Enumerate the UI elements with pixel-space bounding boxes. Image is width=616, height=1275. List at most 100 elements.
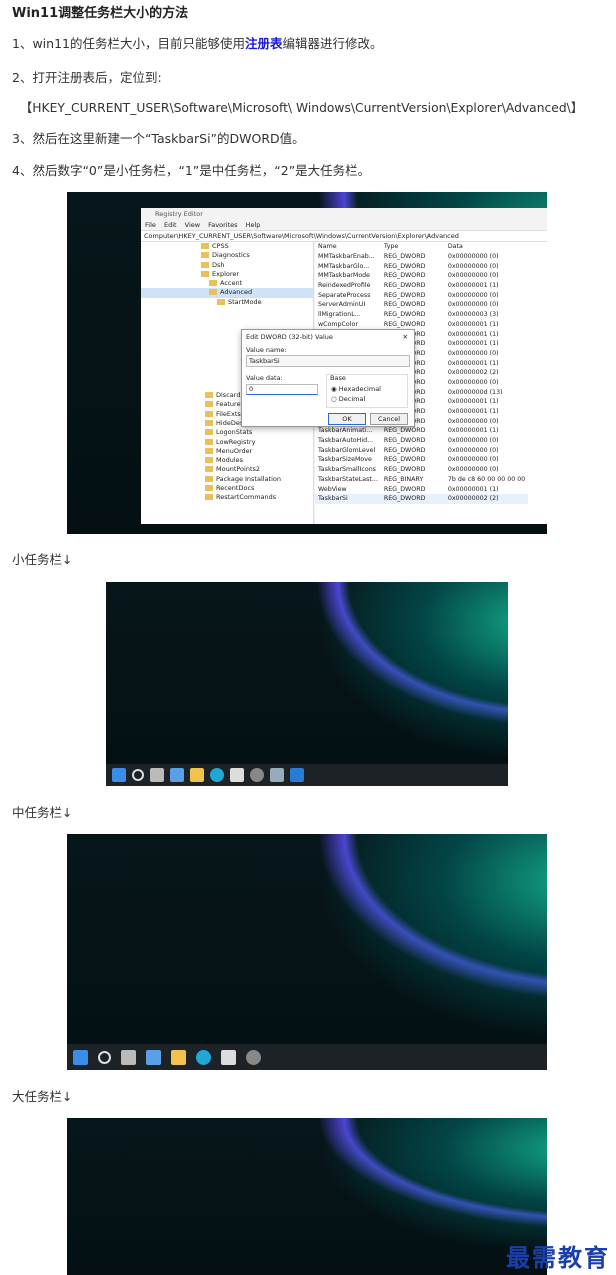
value-type-cell: REG_DWORD: [383, 282, 426, 290]
folder-icon: [205, 457, 213, 464]
column-data[interactable]: Data: [445, 242, 528, 252]
registry-value-row[interactable]: MMTaskbarMode REG_DWORD 0x00000000 (0): [315, 271, 528, 281]
store-icon[interactable]: [230, 768, 244, 782]
value-type-cell: REG_DWORD: [383, 301, 426, 309]
radio-selected-icon: ◉: [331, 385, 337, 393]
registry-value-row[interactable]: TaskbarAutoHid... REG_DWORD 0x00000000 (0): [315, 436, 528, 446]
photos-icon[interactable]: [270, 768, 284, 782]
tree-item[interactable]: LogonStats: [141, 428, 313, 437]
tree-item-selected[interactable]: Advanced: [141, 288, 313, 298]
menu-edit[interactable]: Edit: [164, 221, 177, 229]
registry-value-row[interactable]: TaskbarGlomLevel REG_DWORD 0x00000000 (0): [315, 445, 528, 455]
value-data-cell: 0x00000001 (1): [447, 320, 499, 328]
search-icon[interactable]: [132, 769, 144, 781]
settings-icon[interactable]: [250, 768, 264, 782]
edge-icon[interactable]: [210, 768, 224, 782]
registry-link[interactable]: 注册表: [245, 36, 283, 51]
address-bar[interactable]: Computer\HKEY_CURRENT_USER\Software\Micr…: [141, 230, 547, 242]
caption-medium-taskbar: 中任务栏↓: [12, 805, 73, 820]
value-type-cell: REG_DWORD: [383, 291, 426, 299]
registry-value-row[interactable]: MMTaskbarGlo... REG_DWORD 0x00000000 (0): [315, 261, 528, 271]
start-icon[interactable]: [112, 768, 126, 782]
registry-value-row[interactable]: SeparateProcess REG_DWORD 0x00000000 (0): [315, 290, 528, 300]
registry-value-row[interactable]: WebView REG_DWORD 0x00000001 (1): [315, 484, 528, 494]
value-type-cell: REG_DWORD: [383, 456, 426, 464]
value-type-cell: REG_DWORD: [383, 272, 426, 280]
value-data-cell: 0x00000001 (1): [447, 427, 499, 435]
column-name[interactable]: Name: [315, 242, 381, 252]
tree-item[interactable]: Modules: [141, 456, 313, 465]
step-2: 2、打开注册表后，定位到:: [12, 70, 162, 85]
close-icon[interactable]: ✕: [403, 333, 408, 341]
tree-item[interactable]: RecentDocs: [141, 484, 313, 493]
tree-item[interactable]: MenuOrder: [141, 447, 313, 456]
edge-icon[interactable]: [196, 1049, 211, 1065]
value-type-cell: REG_DWORD: [383, 427, 426, 435]
dec-radio[interactable]: ○ Decimal: [331, 395, 365, 403]
tree-item[interactable]: LowRegistry: [141, 438, 313, 447]
value-type-cell: REG_DWORD: [383, 262, 426, 270]
folder-icon: [205, 419, 213, 426]
registry-editor-window: Registry Editor File Edit View Favorites…: [141, 208, 547, 524]
ok-button[interactable]: OK: [328, 413, 366, 425]
registry-value-row[interactable]: MMTaskbarEnab... REG_DWORD 0x00000000 (0): [315, 252, 528, 262]
tree-item[interactable]: Dsh: [141, 261, 313, 270]
watermark-logo: 最需教育: [506, 1243, 610, 1272]
tree-item[interactable]: Explorer: [141, 270, 313, 279]
value-name-field[interactable]: TaskbarSi: [246, 355, 410, 367]
column-type[interactable]: Type: [381, 242, 445, 252]
menu-help[interactable]: Help: [246, 221, 261, 229]
registry-value-row[interactable]: ServerAdminUI REG_DWORD 0x00000000 (0): [315, 300, 528, 310]
file-explorer-icon[interactable]: [171, 1049, 186, 1065]
registry-value-row[interactable]: TaskbarAnimati... REG_DWORD 0x00000001 (1): [315, 426, 528, 436]
menu-file[interactable]: File: [145, 221, 156, 229]
caption-large-taskbar: 大任务栏↓: [12, 1089, 73, 1104]
value-name-cell: TaskbarSizeMove: [318, 456, 372, 464]
cancel-button[interactable]: Cancel: [370, 413, 408, 425]
tree-item[interactable]: Package Installation: [141, 475, 313, 484]
wallpaper: [67, 1118, 547, 1275]
registry-value-row[interactable]: TaskbarSi REG_DWORD 0x00000002 (2): [315, 493, 529, 504]
value-data-field[interactable]: 0: [246, 384, 318, 395]
task-view-icon[interactable]: [121, 1049, 136, 1065]
value-name-cell: wCompColor: [318, 320, 358, 328]
registry-value-row[interactable]: wCompColor REG_DWORD 0x00000001 (1): [315, 320, 528, 330]
large-taskbar-screenshot: [67, 1118, 547, 1275]
tree-item[interactable]: Accent: [141, 279, 313, 288]
folder-icon: [205, 494, 213, 501]
folder-icon: [205, 475, 213, 482]
registry-value-row[interactable]: ReindexedProfile REG_DWORD 0x00000001 (1): [315, 281, 528, 291]
search-icon[interactable]: [98, 1050, 111, 1064]
value-name-cell: MMTaskbarMode: [318, 272, 371, 280]
hex-radio[interactable]: ◉ Hexadecimal: [331, 385, 381, 393]
widgets-icon[interactable]: [146, 1049, 161, 1065]
folder-icon: [205, 410, 213, 417]
store-icon[interactable]: [221, 1049, 236, 1065]
value-type-cell: REG_DWORD: [383, 253, 426, 261]
task-view-icon[interactable]: [150, 768, 164, 782]
file-explorer-icon[interactable]: [190, 768, 204, 782]
tree-item[interactable]: MountPoints2: [141, 465, 313, 474]
registry-value-row[interactable]: TaskbarSizeMove REG_DWORD 0x00000000 (0): [315, 455, 528, 465]
folder-icon: [205, 429, 213, 436]
menu-view[interactable]: View: [185, 221, 200, 229]
tree-item[interactable]: StartMode: [141, 298, 313, 307]
value-type-cell: REG_BINARY: [383, 475, 424, 483]
registry-value-row[interactable]: llMigrationL... REG_DWORD 0x00000003 (3): [315, 310, 528, 320]
tree-item[interactable]: RestartCommands: [141, 493, 313, 502]
menu-favorites[interactable]: Favorites: [208, 221, 237, 229]
start-icon[interactable]: [73, 1049, 88, 1065]
value-name-cell: MMTaskbarEnab...: [318, 253, 375, 261]
registry-value-row[interactable]: TaskbarSmallIcons REG_DWORD 0x00000000 (0): [315, 465, 528, 475]
step-3: 3、然后在这里新建一个“TaskbarSi”的DWORD值。: [12, 131, 305, 146]
registry-value-row[interactable]: TaskbarStateLast... REG_BINARY 7b de c8 60…: [315, 475, 528, 485]
tree-item[interactable]: Diagnostics: [141, 251, 313, 260]
widgets-icon[interactable]: [170, 768, 184, 782]
value-data-cell: 0x00000003 (3): [447, 311, 499, 319]
value-data-cell: 0x00000001 (1): [447, 408, 499, 416]
settings-icon[interactable]: [246, 1049, 261, 1065]
tree-item[interactable]: CPSS: [141, 242, 313, 251]
value-data-label: Value data:: [246, 374, 283, 382]
app-icon[interactable]: [290, 768, 304, 782]
value-data-cell: 0x00000000 (0): [447, 262, 499, 270]
